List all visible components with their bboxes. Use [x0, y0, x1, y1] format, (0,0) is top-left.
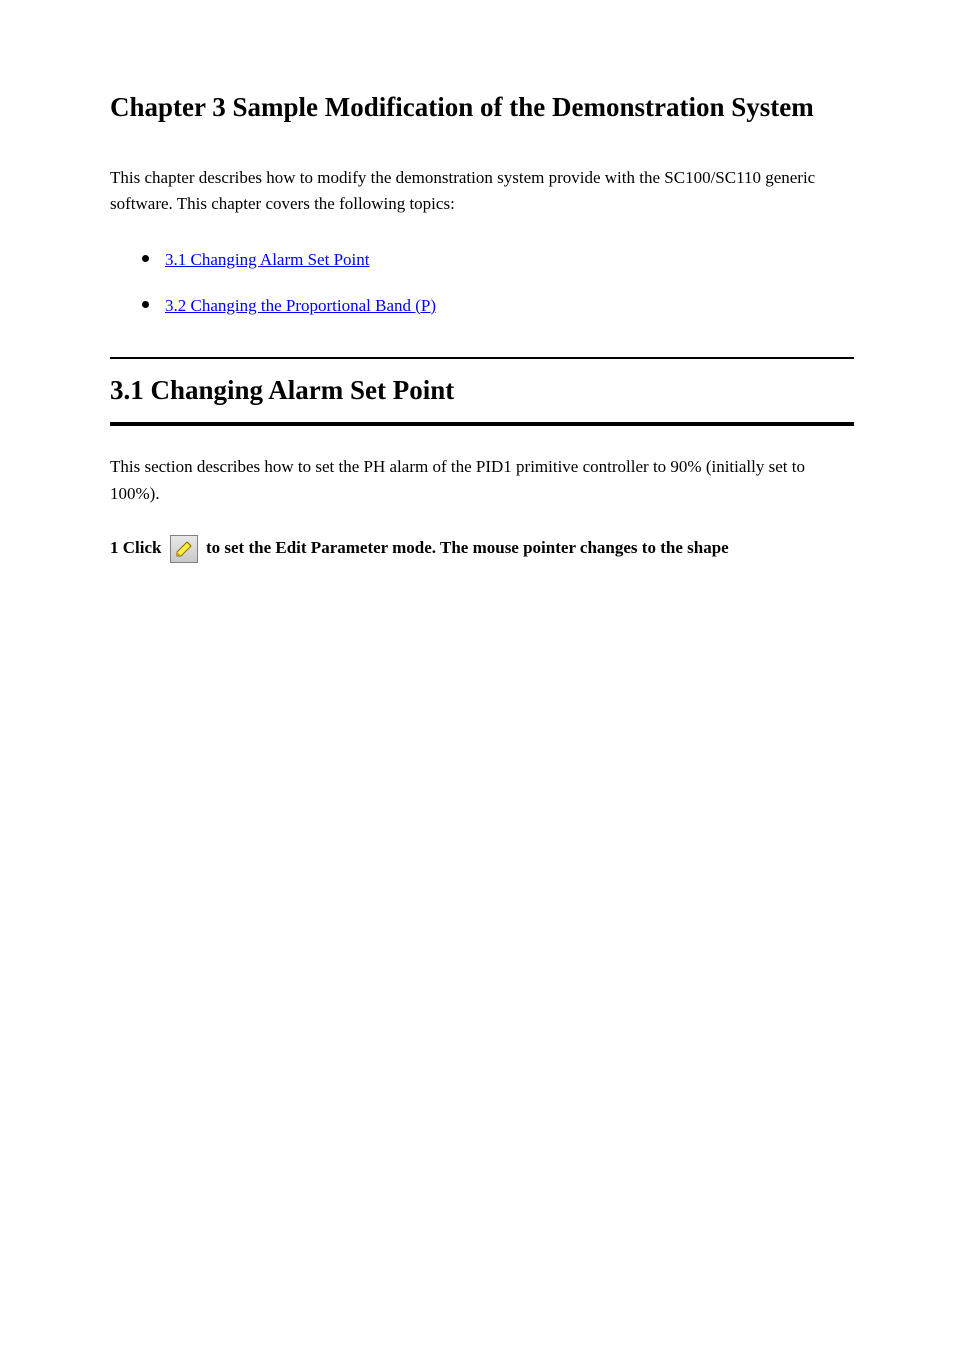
edit-parameter-button[interactable]	[170, 535, 198, 563]
list-item: 3.1 Changing Alarm Set Point	[165, 248, 854, 272]
step-label: 1 Click	[110, 538, 166, 557]
section-divider-bottom	[110, 422, 854, 426]
link-section-3-1[interactable]: 3.1 Changing Alarm Set Point	[165, 250, 369, 269]
step-1: 1 Click to set the Edit Parameter mode. …	[110, 533, 854, 564]
section-paragraph: This section describes how to set the PH…	[110, 454, 854, 507]
section-divider-top	[110, 357, 854, 359]
step-text: to set the Edit Parameter mode. The mous…	[206, 538, 729, 557]
section-title: 3.1 Changing Alarm Set Point	[110, 373, 854, 408]
chapter-title: Chapter 3 Sample Modification of the Dem…	[110, 90, 854, 125]
list-item: 3.2 Changing the Proportional Band (P)	[165, 294, 854, 318]
intro-paragraph: This chapter describes how to modify the…	[110, 165, 854, 218]
link-section-3-2[interactable]: 3.2 Changing the Proportional Band (P)	[165, 296, 436, 315]
topic-list: 3.1 Changing Alarm Set Point 3.2 Changin…	[110, 248, 854, 318]
